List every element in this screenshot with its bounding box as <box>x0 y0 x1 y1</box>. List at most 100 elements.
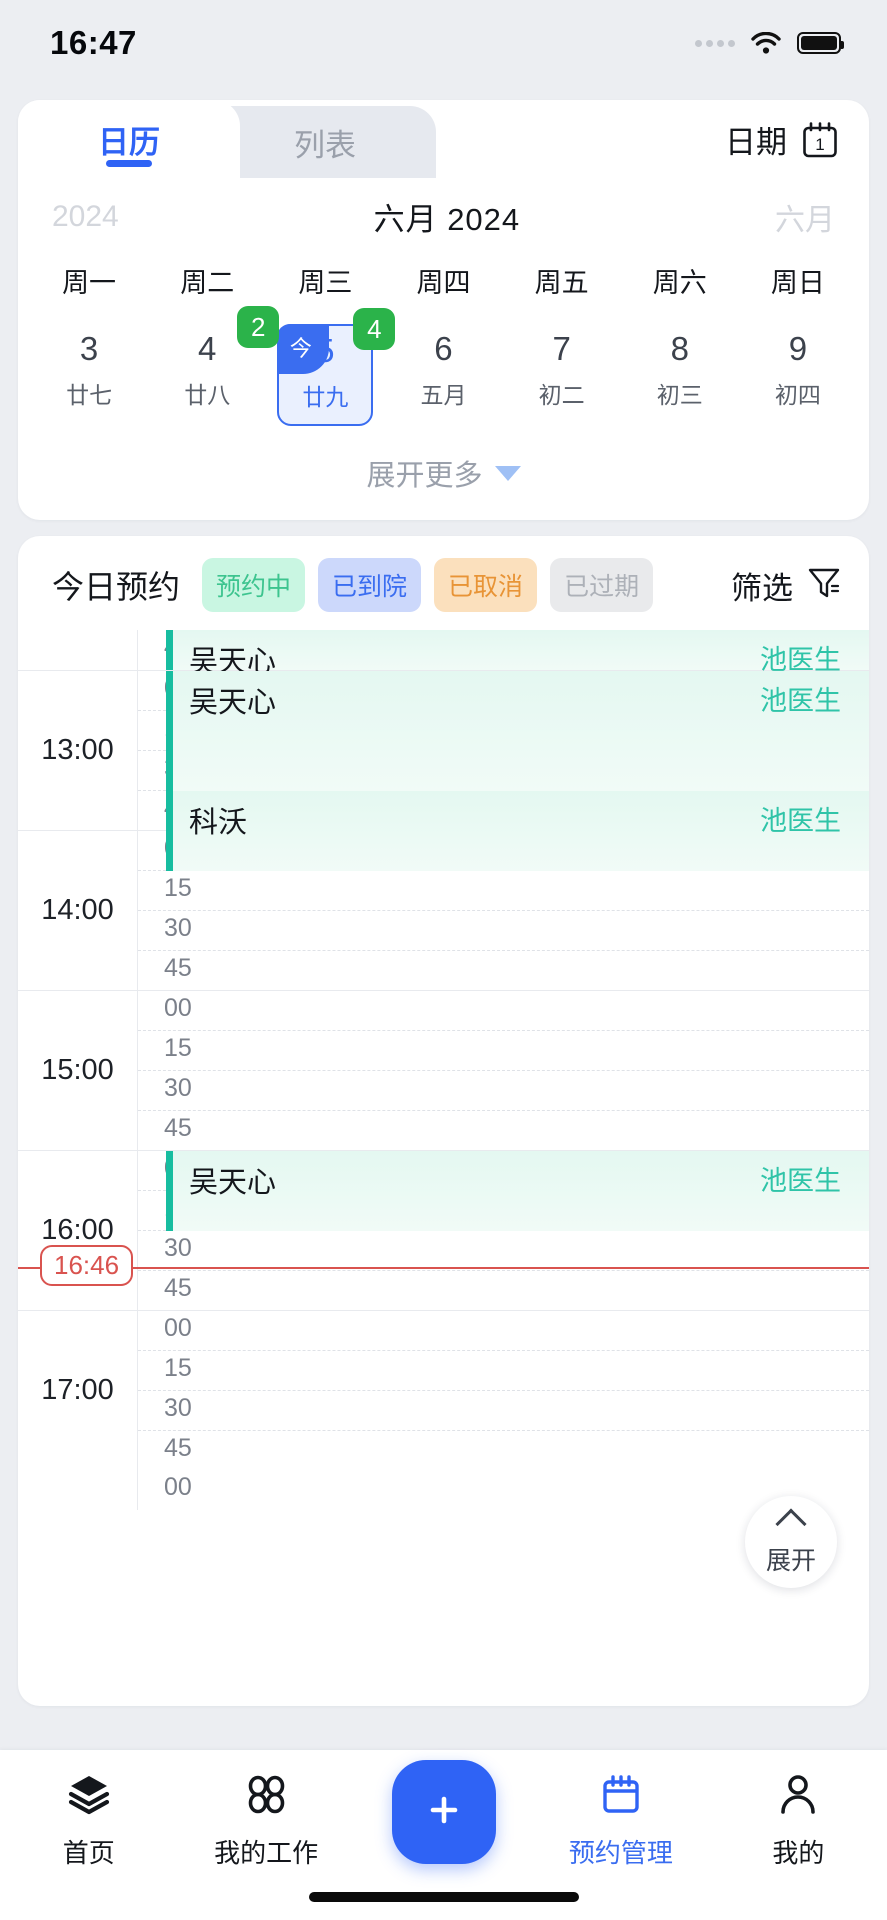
day-schedule-grid[interactable]: 45 13:00 00 15 30 45 14:00 00 15 30 45 15:00 00 15 30 4… <box>18 630 869 1705</box>
schedule-slot-minute: 45 <box>164 954 192 982</box>
schedule-hour-label <box>18 630 138 670</box>
schedule-slot[interactable]: 30 <box>138 911 869 951</box>
schedule-slot[interactable]: 15 <box>138 1031 869 1071</box>
tabbar-item-home[interactable]: 首页 <box>0 1772 177 1870</box>
calendar-day-9[interactable]: 9 初四 <box>739 318 857 426</box>
calendar-day-box: 6 五月 <box>395 324 491 422</box>
tabbar-label-home: 首页 <box>62 1838 115 1868</box>
schedule-slot[interactable]: 45 <box>138 1431 869 1471</box>
home-indicator <box>308 1892 579 1902</box>
calendar-icon <box>599 1772 643 1821</box>
svg-text:1: 1 <box>815 135 824 154</box>
add-appointment-fab[interactable] <box>391 1760 496 1864</box>
schedule-hour-row: 00 <box>18 1470 869 1510</box>
schedule-slot[interactable]: 45 <box>138 1111 869 1151</box>
calendar-day-number: 9 <box>788 330 808 367</box>
schedule-slot[interactable]: 00 <box>138 1311 869 1351</box>
schedule-slot[interactable]: 30 <box>138 1391 869 1431</box>
month-navigator: 2024 六月 2024 六月 <box>18 178 869 249</box>
calendar-day-number: 8 <box>670 330 689 367</box>
schedule-slot[interactable]: 15 <box>138 1351 869 1391</box>
tab-calendar[interactable]: 日历 <box>18 100 240 178</box>
schedule-slot-minute: 15 <box>164 1354 192 1382</box>
schedule-hour-label: 16:00 <box>18 1151 138 1310</box>
month-prev-year[interactable]: 2024 <box>52 200 119 234</box>
calendar-day-box: 今45廿九 <box>277 308 396 426</box>
appointment-doctor-name: 池医生 <box>760 806 841 836</box>
appointments-header: 今日预约 预约中 已到院 已取消 已过期 筛选 <box>18 536 869 630</box>
tabbar-item-profile[interactable]: 我的 <box>710 1772 887 1870</box>
filter-button[interactable]: 筛选 <box>731 563 843 608</box>
filter-label: 筛选 <box>731 570 793 606</box>
calendar-day-6[interactable]: 6 五月 <box>384 318 502 426</box>
calendar-day-lunar: 廿八 <box>184 382 231 408</box>
date-picker-button[interactable]: 日期 1 <box>725 117 869 178</box>
calendar-day-lunar: 廿七 <box>66 382 113 408</box>
schedule-hour-label: 15:00 <box>18 991 138 1150</box>
view-tabs: 日历 列表 日期 1 <box>18 100 869 178</box>
appointments-card: 今日预约 预约中已到院已取消已过期 筛选 45 13:00 00 15 30 45 14:0… <box>18 536 869 1706</box>
status-bar-indicators <box>695 31 844 54</box>
calendar-day-box: 9 初四 <box>750 324 846 422</box>
weekday-2: 周三 <box>298 268 353 298</box>
schedule-slot[interactable]: 45 <box>138 1271 869 1311</box>
calendar-day-3[interactable]: 3 廿七 <box>30 318 148 426</box>
calendar-day-4[interactable]: 2 4 廿八 <box>148 306 280 426</box>
schedule-hour-label: 13:00 <box>18 671 138 830</box>
appointment-event[interactable]: 吴天心 池医生 <box>166 671 869 791</box>
chevron-up-icon <box>775 1508 807 1540</box>
status-chip-1[interactable]: 预约中 <box>202 558 306 612</box>
appointment-event[interactable]: 吴天心 池医生 <box>166 630 869 678</box>
calendar-day-5[interactable]: 今45廿九 <box>266 308 396 426</box>
schedule-hour-slots: 00 <box>138 1470 869 1510</box>
layers-icon <box>67 1772 111 1821</box>
appointment-event[interactable]: 科沃 池医生 <box>166 791 869 871</box>
schedule-slot[interactable]: 30 <box>138 1231 869 1271</box>
calendar-day-lunar: 初三 <box>656 382 703 408</box>
calendar-day-lunar: 五月 <box>420 382 467 408</box>
schedule-hour-row: 17:00 00 15 30 45 <box>18 1310 869 1470</box>
expand-schedule-button[interactable]: 展开 <box>745 1496 837 1588</box>
calendar-card: 日历 列表 日期 1 2024 六月 2024 六月 周一 周二 周三 周四 周… <box>18 100 869 520</box>
calendar-day-lunar: 廿九 <box>302 384 349 410</box>
signal-dots-icon <box>695 39 735 47</box>
status-chip-4[interactable]: 已过期 <box>550 558 654 612</box>
current-time-label: 16:46 <box>40 1245 134 1286</box>
schedule-slot[interactable]: 45 <box>138 951 869 991</box>
weekday-3: 周四 <box>416 268 471 298</box>
weekday-header: 周一 周二 周三 周四 周五 周六 周日 <box>18 249 869 300</box>
schedule-slot-minute: 45 <box>164 1434 192 1462</box>
tabbar-item-add[interactable] <box>355 1760 532 1864</box>
schedule-slot-minute: 30 <box>164 914 192 942</box>
expand-more-button[interactable]: 展开更多 <box>18 426 869 520</box>
month-next[interactable]: 六月 <box>775 195 835 239</box>
schedule-slot-minute: 00 <box>164 1473 192 1501</box>
schedule-slot-minute: 45 <box>164 1114 192 1142</box>
appointment-doctor-name: 池医生 <box>760 686 841 716</box>
bottom-tab-bar: 首页 我的工作 预约管理 我的 <box>0 1750 887 1920</box>
appointment-event[interactable]: 吴天心 池医生 <box>166 1151 869 1231</box>
schedule-slot[interactable]: 15 <box>138 871 869 911</box>
schedule-slot[interactable]: 00 <box>138 1470 869 1510</box>
status-chip-2[interactable]: 已到院 <box>318 558 422 612</box>
month-title: 六月 2024 <box>373 202 521 237</box>
schedule-slot[interactable]: 30 <box>138 1071 869 1111</box>
tabbar-label-appointments: 预约管理 <box>568 1838 673 1868</box>
schedule-hour-label: 14:00 <box>18 831 138 990</box>
schedule-slot[interactable]: 00 <box>138 991 869 1031</box>
tab-list[interactable]: 列表 <box>214 106 436 178</box>
wifi-icon <box>751 31 781 54</box>
tab-calendar-label: 日历 <box>98 124 160 160</box>
status-chip-3[interactable]: 已取消 <box>434 558 538 612</box>
tabbar-item-my-work[interactable]: 我的工作 <box>177 1772 354 1870</box>
schedule-slot-minute: 45 <box>164 1274 192 1302</box>
calendar-day-7[interactable]: 7 初二 <box>503 318 621 426</box>
calendar-day-8[interactable]: 8 初三 <box>621 318 739 426</box>
person-icon <box>776 1772 820 1821</box>
schedule-slot-minute: 30 <box>164 1074 192 1102</box>
schedule-slot-minute: 15 <box>164 874 192 902</box>
tabbar-item-appointments[interactable]: 预约管理 <box>532 1772 709 1870</box>
schedule-slot-minute: 15 <box>164 1034 192 1062</box>
calendar-day-box: 7 初二 <box>514 324 610 422</box>
schedule-hour-label <box>18 1470 138 1510</box>
